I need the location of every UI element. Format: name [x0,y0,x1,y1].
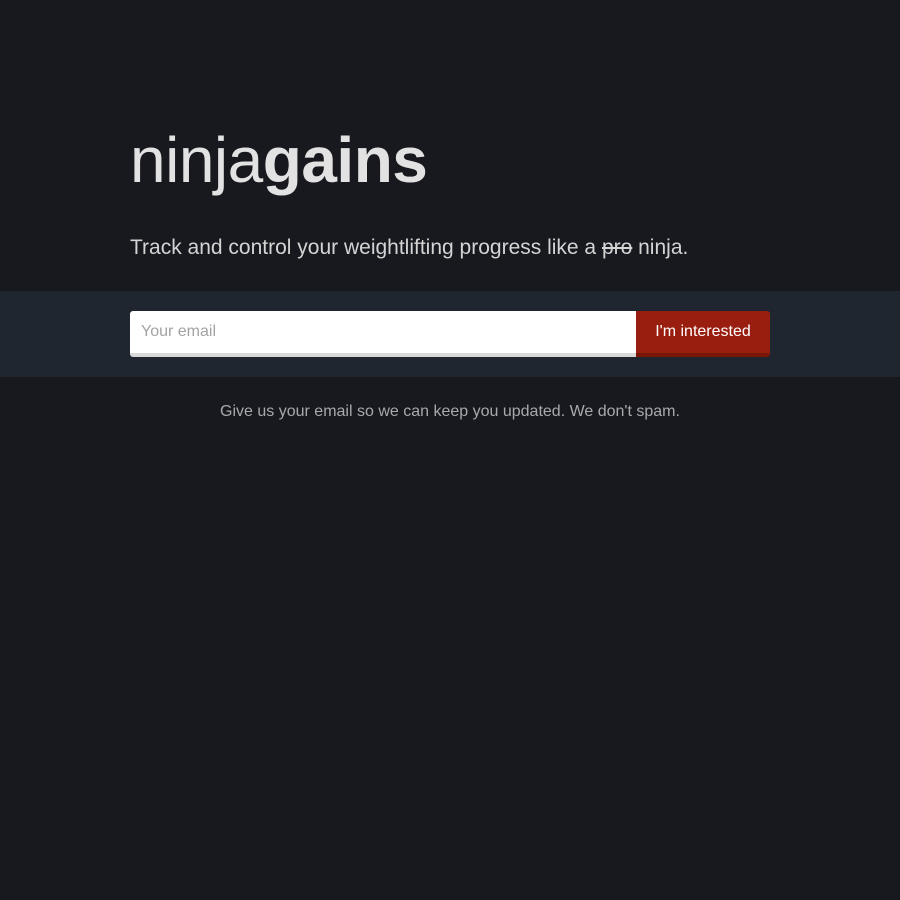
tagline-after: ninja. [632,236,689,259]
brand-name-light: ninja [130,124,263,196]
brand-name-bold: gains [262,124,428,196]
tagline: Track and control your weightlifting pro… [130,234,688,262]
email-input[interactable] [130,311,636,357]
tagline-struck-word: pro [601,236,633,259]
landing-page: ninjagains Track and control your weight… [0,0,900,900]
interested-button[interactable]: I'm interested [636,311,770,357]
brand-logo: ninjagains [130,122,428,198]
signup-band: I'm interested [0,291,900,377]
tagline-before: Track and control your weightlifting pro… [130,236,602,259]
privacy-note: Give us your email so we can keep you up… [220,403,680,420]
signup-form: I'm interested [130,311,770,357]
